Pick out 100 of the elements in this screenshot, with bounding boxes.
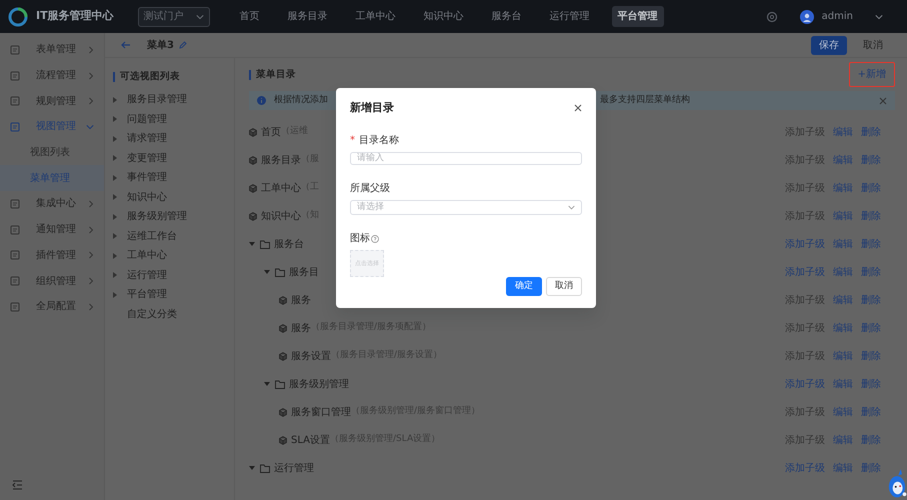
view-list-item[interactable]: 问题管理 [127,112,167,127]
tree-item-label[interactable]: 工单中心 [261,180,301,196]
view-list-item[interactable]: 变更管理 [127,150,167,166]
tree-item-label[interactable]: 运行管理 [274,460,314,476]
notice-text: 根据情况添加 [274,94,328,105]
view-list-item[interactable]: 工单中心 [127,248,167,264]
caret-down-icon[interactable] [264,269,270,275]
tree-item-label[interactable]: 服务级别管理 [289,376,349,392]
input-field[interactable]: 请输入 [350,152,582,165]
row-action-link[interactable]: 编辑 [833,124,853,140]
user-name[interactable]: admin [822,9,853,24]
row-action-link[interactable]: 编辑 [833,320,853,336]
cube-icon [249,128,257,136]
view-list-item[interactable]: 服务级别管理 [127,209,187,224]
cube-icon [249,212,257,220]
row-action-link[interactable]: 删除 [861,180,881,196]
sidebar-item[interactable]: 插件管理 [0,242,104,268]
nav-tab[interactable]: 知识中心 [418,6,470,27]
field-label: 图标 [350,232,370,246]
view-list-item[interactable]: 请求管理 [127,131,167,146]
cancel-button[interactable]: 取消 [546,276,582,296]
pencil-icon[interactable] [178,41,187,49]
view-list-item[interactable]: 运行管理 [127,268,167,283]
row-action-link[interactable]: 编辑 [833,180,853,196]
sidebar-item[interactable]: 组织管理 [0,268,104,294]
collapse-icon[interactable] [12,480,23,490]
row-action-link[interactable]: 删除 [861,124,881,140]
nav-tab[interactable]: 首页 [234,6,266,27]
row-action-link[interactable]: 删除 [861,404,881,420]
document-icon [10,250,20,260]
row-action-link[interactable]: 删除 [861,208,881,224]
row-action-link[interactable]: 编辑 [833,348,853,364]
view-list-item[interactable]: 自定义分类 [127,306,177,322]
select-field[interactable]: 请选择 [350,200,582,216]
caret-down-icon[interactable] [264,381,270,387]
tree-item-label[interactable]: 服务台 [274,236,304,252]
back-arrow-icon[interactable] [121,41,131,49]
view-list-item[interactable]: 知识中心 [127,190,167,205]
tree-item-label[interactable]: 服务目 [289,264,319,280]
sidebar-item[interactable]: 规则管理 [0,88,104,114]
nav-tab[interactable]: 运行管理 [544,6,596,27]
nav-tab[interactable]: 服务台 [486,6,528,27]
document-icon [10,224,20,235]
cube-icon [279,408,287,416]
row-action-link[interactable]: 编辑 [833,292,853,308]
row-action-link[interactable]: 删除 [861,264,881,280]
row-action-link[interactable]: 删除 [861,348,881,364]
row-action-link[interactable]: 删除 [861,236,881,252]
sidebar-item[interactable]: 流程管理 [0,62,104,88]
row-action-link[interactable]: 编辑 [833,404,853,420]
sidebar-item[interactable]: 视图管理 [0,114,104,140]
row-action-link[interactable]: 添加子级 [785,376,825,392]
chevron-down-icon[interactable] [875,12,883,20]
tree-item-label[interactable]: 知识中心 [261,208,301,224]
row-action-link[interactable]: 删除 [861,460,881,476]
row-action-link[interactable]: 编辑 [833,376,853,392]
row-action-link[interactable]: 删除 [861,432,881,448]
sidebar-item[interactable]: 全局配置 [0,294,104,320]
row-action-link[interactable]: 编辑 [833,236,853,252]
row-action-link[interactable]: 编辑 [833,460,853,476]
row-action-link[interactable]: 添加子级 [785,460,825,476]
row-action-link[interactable]: 添加子级 [785,264,825,280]
nav-tab[interactable]: 工单中心 [350,6,402,27]
tree-item-label[interactable]: 服务 [291,292,311,308]
view-list-item[interactable]: 平台管理 [127,287,167,302]
sidebar-subitem[interactable]: 视图列表 [0,140,104,166]
tree-item-label[interactable]: 服务窗口管理 [291,404,351,420]
row-action-link[interactable]: 添加子级 [785,236,825,252]
row-action-link[interactable]: 编辑 [833,432,853,448]
row-action-link[interactable]: 编辑 [833,264,853,280]
row-action-link[interactable]: 删除 [861,152,881,168]
sidebar-item[interactable]: 表单管理 [0,37,104,63]
nav-tab[interactable]: 服务目录 [282,6,334,27]
cancel-button[interactable]: 取消 [855,36,891,54]
row-action-link[interactable]: 编辑 [833,152,853,168]
tree-item-label[interactable]: 服务目录 [261,152,301,168]
sidebar-item[interactable]: 集成中心 [0,191,104,217]
confirm-button[interactable]: 确定 [506,276,542,296]
save-button[interactable]: 保存 [811,36,847,54]
help-icon [371,234,379,243]
row-action-link[interactable]: 编辑 [833,208,853,224]
view-list-item[interactable]: 运维工作台 [127,228,177,244]
portal-select[interactable]: 测试门户 [138,6,210,26]
tree-item-label[interactable]: SLA设置 [291,432,330,448]
caret-down-icon[interactable] [249,465,255,471]
view-list-item[interactable]: 事件管理 [127,170,167,186]
close-icon[interactable] [574,104,582,112]
row-action-link[interactable]: 删除 [861,292,881,308]
caret-down-icon[interactable] [249,241,255,247]
tree-item-label[interactable]: 服务设置 [291,348,331,364]
sidebar-subitem[interactable]: 菜单管理 [0,165,104,192]
nav-tab[interactable]: 平台管理 [612,6,664,27]
row-action-link[interactable]: 删除 [861,320,881,336]
row-action-link[interactable]: 删除 [861,376,881,392]
cube-icon [279,352,287,360]
add-button[interactable]: +新增 [848,62,895,87]
tree-item-label[interactable]: 首页 [261,124,281,140]
view-list-item[interactable]: 服务目录管理 [127,92,187,108]
sidebar-item[interactable]: 通知管理 [0,216,104,242]
tree-item-label[interactable]: 服务 [291,320,311,336]
